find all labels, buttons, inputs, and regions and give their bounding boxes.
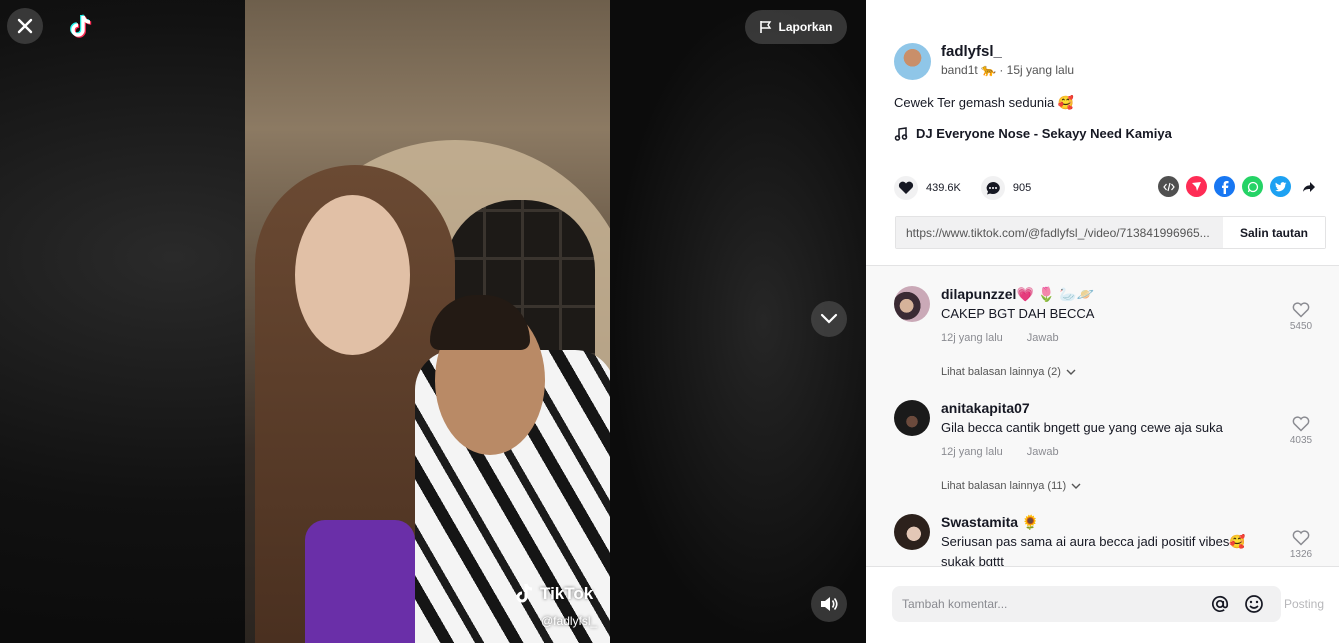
music-link[interactable]: DJ Everyone Nose - Sekayy Need Kamiya (894, 126, 1172, 141)
close-button[interactable] (7, 8, 43, 44)
comment-username[interactable]: anitakapita07 (941, 400, 1030, 416)
comment-button[interactable] (980, 176, 1005, 200)
comment-like-button[interactable]: 1326 (1286, 530, 1316, 560)
author-subline: band1t 🐆 · 15j yang lalu (941, 63, 1074, 77)
heart-icon (898, 181, 914, 194)
comment-list[interactable]: dilapunzzel💗 🌷 🦢🪐 CAKEP BGT DAH BECCA 12… (866, 266, 1339, 566)
tiktok-logo-icon[interactable] (68, 12, 98, 42)
comment-item: dilapunzzel💗 🌷 🦢🪐 CAKEP BGT DAH BECCA 12… (894, 286, 1324, 396)
comment-like-count: 4035 (1289, 435, 1313, 446)
watermark-handle: @fadlyfsl_ (541, 614, 598, 628)
comment-avatar[interactable] (894, 400, 930, 436)
video-link[interactable]: https://www.tiktok.com/@fadlyfsl_/video/… (896, 217, 1223, 248)
comment-like-button[interactable]: 5450 (1286, 302, 1316, 332)
share-buttons (1158, 176, 1319, 197)
comment-meta: 12j yang lalu Jawab (941, 332, 1059, 344)
send-icon (1192, 182, 1201, 191)
video-player[interactable]: TikTok @fadlyfsl_ (245, 0, 610, 643)
author-username[interactable]: fadlyfsl_ (941, 43, 1074, 60)
flag-icon (760, 21, 772, 33)
like-count: 439.6K (926, 182, 961, 194)
comment-avatar[interactable] (894, 286, 930, 322)
whatsapp-icon (1247, 181, 1258, 192)
next-video-button[interactable] (811, 301, 847, 337)
post-comment-button[interactable]: Posting (1284, 597, 1324, 611)
details-panel: fadlyfsl_ band1t 🐆 · 15j yang lalu Cewek… (866, 0, 1339, 643)
comment-item: Swastamita 🌻 Seriusan pas sama ai aura b… (894, 514, 1324, 566)
author-info: fadlyfsl_ band1t 🐆 · 15j yang lalu (894, 43, 1074, 80)
comment-icon (986, 182, 1000, 195)
close-icon (17, 18, 33, 34)
author-nickname: band1t 🐆 (941, 63, 996, 77)
comment-item: anitakapita07 Gila becca cantik bngett g… (894, 400, 1324, 510)
comment-like-count: 1326 (1289, 549, 1313, 560)
post-caption: Cewek Ter gemash sedunia 🥰 (894, 95, 1074, 110)
emoji-icon[interactable] (1244, 594, 1264, 614)
mention-icon[interactable] (1210, 594, 1230, 614)
view-replies-label: Lihat balasan lainnya (11) (941, 480, 1067, 492)
view-replies-label: Lihat balasan lainnya (2) (941, 366, 1061, 378)
chevron-down-icon (820, 313, 838, 324)
view-replies-button[interactable]: Lihat balasan lainnya (11) (941, 480, 1081, 492)
comment-username[interactable]: dilapunzzel💗 🌷 🦢🪐 (941, 286, 1094, 303)
reply-button[interactable]: Jawab (1027, 332, 1059, 344)
comment-count: 905 (1012, 182, 1032, 194)
engagement-stats: 439.6K 905 (894, 176, 1031, 200)
share-arrow-icon (1302, 181, 1315, 192)
facebook-icon (1221, 180, 1228, 194)
video-subject-face (295, 195, 410, 355)
embed-icon (1162, 182, 1175, 191)
watermark-text: TikTok (540, 584, 594, 603)
comment-input-wrapper (892, 586, 1281, 622)
report-label: Laporkan (778, 20, 833, 34)
comment-text: CAKEP BGT DAH BECCA (941, 306, 1095, 321)
whatsapp-share-button[interactable] (1242, 176, 1263, 197)
facebook-share-button[interactable] (1214, 176, 1235, 197)
video-stage: TikTok @fadlyfsl_ Laporkan (0, 0, 866, 643)
comment-like-button[interactable]: 4035 (1286, 416, 1316, 446)
volume-icon (821, 597, 838, 611)
tiktok-watermark-icon (516, 583, 533, 603)
view-replies-button[interactable]: Lihat balasan lainnya (2) (941, 366, 1076, 378)
chevron-down-icon (1066, 369, 1076, 375)
chevron-down-icon (1071, 483, 1081, 489)
music-note-icon (894, 126, 908, 141)
comment-username[interactable]: Swastamita 🌻 (941, 514, 1039, 531)
comment-like-count: 5450 (1289, 321, 1313, 332)
heart-outline-icon (1292, 302, 1310, 318)
volume-button[interactable] (811, 586, 847, 622)
heart-outline-icon (1292, 530, 1310, 546)
comment-text-continued: sukak bgttt (941, 554, 1004, 566)
tiktok-watermark: TikTok (515, 583, 593, 605)
like-button[interactable] (894, 176, 918, 200)
heart-outline-icon (1292, 416, 1310, 432)
post-time: · 15j yang lalu (999, 63, 1075, 77)
embed-button[interactable] (1158, 176, 1179, 197)
comment-meta: 12j yang lalu Jawab (941, 446, 1059, 458)
copy-link-box: https://www.tiktok.com/@fadlyfsl_/video/… (895, 216, 1326, 249)
reply-button[interactable]: Jawab (1027, 446, 1059, 458)
music-title: DJ Everyone Nose - Sekayy Need Kamiya (916, 126, 1172, 141)
comment-text: Gila becca cantik bngett gue yang cewe a… (941, 420, 1223, 435)
more-share-button[interactable] (1298, 176, 1319, 197)
comment-time: 12j yang lalu (941, 446, 1003, 458)
comment-avatar[interactable] (894, 514, 930, 550)
comment-composer: Posting (866, 566, 1339, 643)
comment-text: Seriusan pas sama ai aura becca jadi pos… (941, 534, 1246, 549)
comment-time: 12j yang lalu (941, 332, 1003, 344)
twitter-icon (1274, 181, 1286, 191)
report-button[interactable]: Laporkan (745, 10, 847, 44)
comment-input[interactable] (892, 586, 1192, 622)
author-avatar[interactable] (894, 43, 931, 80)
twitter-share-button[interactable] (1270, 176, 1291, 197)
send-to-friends-button[interactable] (1186, 176, 1207, 197)
copy-link-button[interactable]: Salin tautan (1223, 217, 1325, 248)
video-subject-top (305, 520, 415, 643)
